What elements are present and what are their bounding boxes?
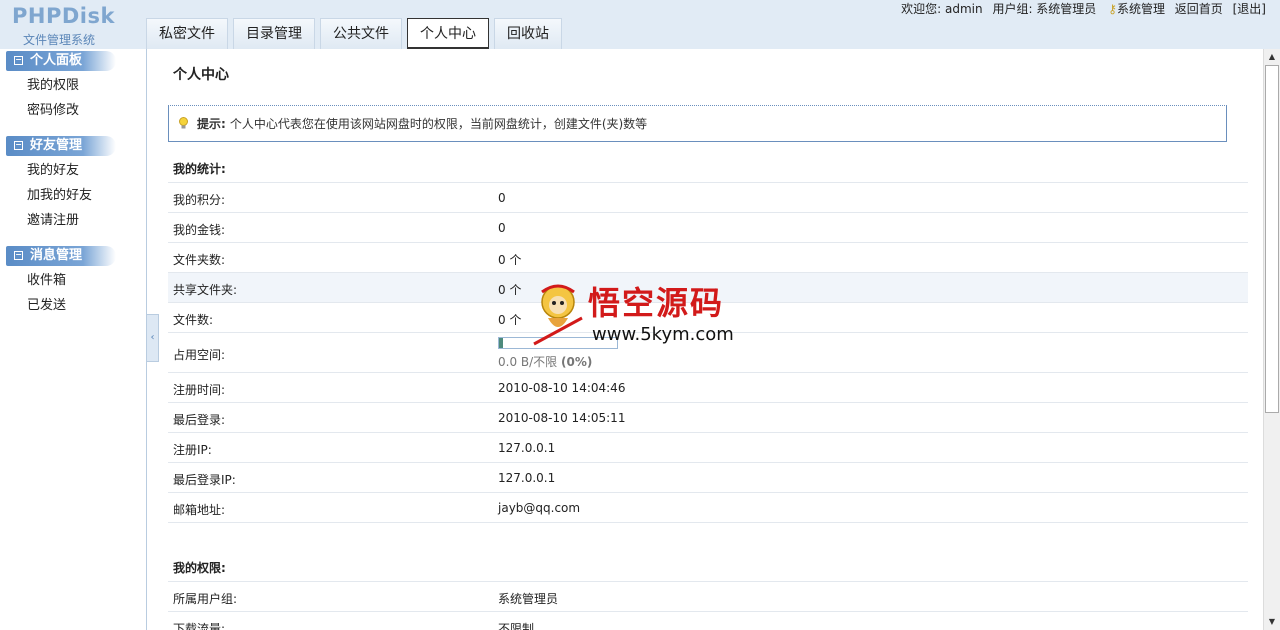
stat-row-points: 我的积分: 0: [168, 182, 1248, 212]
stat-value: 2010-08-10 14:04:46: [498, 381, 626, 395]
stat-label: 注册IP:: [173, 443, 212, 457]
collapse-box-icon: −: [14, 55, 23, 65]
space-usage-fill: [499, 338, 503, 348]
tip-label: 提示:: [197, 117, 226, 131]
key-icon: ⚷: [1108, 2, 1117, 16]
collapse-box-icon: −: [14, 140, 23, 150]
sidebar-section-friends: − 好友管理 我的好友 加我的好友 邀请注册: [0, 136, 146, 233]
stat-label: 注册时间:: [173, 383, 226, 397]
sidebar-item-invite[interactable]: 邀请注册: [0, 208, 146, 233]
perm-row-download: 下载流量: 不限制: [168, 611, 1248, 630]
sidebar-item-sent[interactable]: 已发送: [0, 293, 146, 318]
tab-private-files[interactable]: 私密文件: [146, 18, 228, 49]
stat-value: jayb@qq.com: [498, 501, 581, 515]
sidebar-item-my-permissions[interactable]: 我的权限: [0, 73, 146, 98]
perm-row-group: 所属用户组: 系统管理员: [168, 581, 1248, 611]
sidebar-item-my-friends[interactable]: 我的好友: [0, 158, 146, 183]
stat-value: 0 个: [498, 283, 522, 297]
chevron-left-icon: ‹: [150, 332, 155, 343]
stat-label: 文件夹数:: [173, 253, 226, 267]
sidebar-section-header[interactable]: − 个人面板: [6, 51, 116, 71]
space-usage-text: 0.0 B/不限 (0%): [498, 355, 593, 369]
home-link[interactable]: 返回首页: [1175, 2, 1223, 16]
sidebar-item-add-me-friends[interactable]: 加我的好友: [0, 183, 146, 208]
stat-value: 0 个: [498, 253, 522, 267]
stat-value: 0: [498, 191, 506, 205]
lightbulb-icon: [179, 117, 188, 129]
tab-personal-center[interactable]: 个人中心: [407, 18, 489, 49]
collapse-box-icon: −: [14, 250, 23, 260]
tip-text: 个人中心代表您在使用该网站网盘时的权限，当前网盘统计，创建文件(夹)数等: [229, 117, 648, 131]
sidebar-item-inbox[interactable]: 收件箱: [0, 268, 146, 293]
watermark-url: www.5kym.com: [592, 324, 734, 345]
stats-section-title: 我的统计:: [173, 162, 226, 176]
monkey-mascot-icon: [533, 284, 583, 346]
welcome-text: 欢迎您: admin: [901, 2, 983, 16]
stat-label: 共享文件夹:: [173, 283, 238, 297]
permissions-section-title: 我的权限:: [173, 561, 226, 575]
tab-public-files[interactable]: 公共文件: [320, 18, 402, 49]
perm-label: 所属用户组:: [173, 592, 238, 606]
stat-label: 文件数:: [173, 313, 214, 327]
page-title: 个人中心: [173, 67, 229, 83]
perm-value: 不限制: [498, 622, 535, 630]
stat-row-email: 邮箱地址: jayb@qq.com: [168, 492, 1248, 522]
stat-row-last-login-ip: 最后登录IP: 127.0.0.1: [168, 462, 1248, 492]
logo-sub-text: 文件管理系统: [23, 33, 96, 47]
scroll-down-arrow-icon[interactable]: ▼: [1264, 614, 1280, 630]
scroll-up-arrow-icon[interactable]: ▲: [1264, 49, 1280, 65]
watermark: 悟空源码 www.5kym.com: [528, 278, 758, 348]
stat-label: 最后登录:: [173, 413, 226, 427]
stat-row-last-login: 最后登录: 2010-08-10 14:05:11: [168, 402, 1248, 432]
sidebar-section-header[interactable]: − 消息管理: [6, 246, 116, 266]
stat-label: 我的积分:: [173, 193, 226, 207]
stat-label: 占用空间:: [173, 348, 226, 362]
sidebar: − 个人面板 我的权限 密码修改 − 好友管理 我的好友 加我的好友 邀请注册 − 消…: [0, 49, 147, 630]
tab-directory-management[interactable]: 目录管理: [233, 18, 315, 49]
perm-value: 系统管理员: [498, 592, 559, 606]
stat-value: 0 个: [498, 313, 522, 327]
stat-value: 0: [498, 221, 506, 235]
stat-row-spacer: [168, 522, 1248, 552]
sidebar-item-change-password[interactable]: 密码修改: [0, 98, 146, 123]
stat-value: 127.0.0.1: [498, 471, 556, 485]
stat-label: 邮箱地址:: [173, 503, 226, 517]
stat-label: 最后登录IP:: [173, 473, 236, 487]
vertical-scrollbar[interactable]: ▲ ▼: [1263, 49, 1280, 630]
perm-label: 下载流量:: [173, 622, 226, 630]
stat-row-folders: 文件夹数: 0 个: [168, 242, 1248, 272]
stat-label: 我的金钱:: [173, 223, 226, 237]
tip-box: 提示: 个人中心代表您在使用该网站网盘时的权限，当前网盘统计，创建文件(夹)数等: [168, 105, 1227, 142]
stat-row-register-ip: 注册IP: 127.0.0.1: [168, 432, 1248, 462]
admin-link[interactable]: 系统管理: [1117, 2, 1165, 16]
logo-main-text: PHPDisk: [12, 4, 115, 28]
logout-link[interactable]: [退出]: [1233, 2, 1266, 16]
sidebar-section-personal: − 个人面板 我的权限 密码修改: [0, 51, 146, 123]
sidebar-collapse-handle[interactable]: ‹: [147, 314, 159, 362]
sidebar-section-messages: − 消息管理 收件箱 已发送: [0, 246, 146, 318]
tab-recycle-bin[interactable]: 回收站: [494, 18, 562, 49]
scrollbar-thumb[interactable]: [1265, 65, 1279, 413]
stat-row-money: 我的金钱: 0: [168, 212, 1248, 242]
main-tabs: 私密文件 目录管理 公共文件 个人中心 回收站: [146, 18, 567, 49]
stat-value: 127.0.0.1: [498, 441, 556, 455]
sidebar-section-header[interactable]: − 好友管理: [6, 136, 116, 156]
stat-value: 2010-08-10 14:05:11: [498, 411, 626, 425]
logo: PHPDisk 文件管理系统: [10, 4, 130, 47]
user-group-text: 用户组: 系统管理员: [992, 2, 1097, 16]
header-bar: PHPDisk 文件管理系统 私密文件 目录管理 公共文件 个人中心 回收站 欢…: [0, 0, 1280, 49]
watermark-title: 悟空源码: [588, 284, 725, 322]
stat-row-register-time: 注册时间: 2010-08-10 14:04:46: [168, 372, 1248, 402]
user-bar: 欢迎您: admin 用户组: 系统管理员 ⚷系统管理 返回首页 [退出]: [895, 0, 1266, 17]
